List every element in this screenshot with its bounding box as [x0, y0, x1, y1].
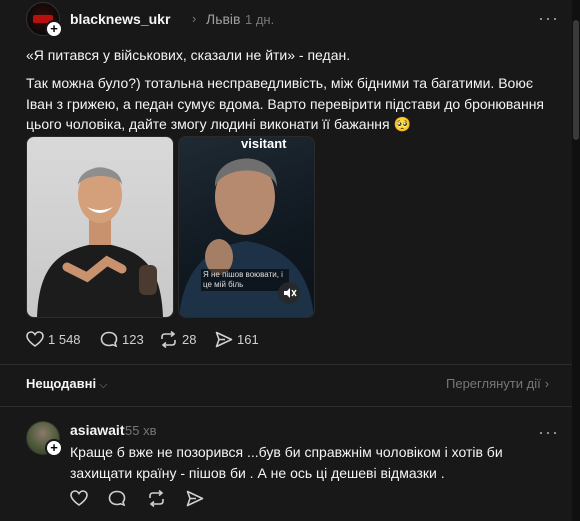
comment-count: 123: [122, 332, 144, 347]
chevron-right-icon: ›: [192, 11, 197, 26]
comment-more-button[interactable]: ···: [538, 423, 558, 442]
chevron-down-icon: ⌵: [99, 379, 108, 391]
follow-plus-icon[interactable]: +: [45, 20, 63, 38]
thread-panel: + blacknews_ukr › Львів 1 дн. ··· «Я пит…: [0, 0, 573, 521]
like-count: 1 548: [48, 332, 81, 347]
comment-icon: [100, 331, 118, 348]
view-activity-label: Переглянути дії: [446, 376, 541, 391]
comment-button[interactable]: 123: [100, 331, 144, 348]
like-button[interactable]: 1 548: [26, 331, 81, 348]
scrollbar[interactable]: [572, 0, 580, 521]
post-video[interactable]: visitant Я не пішов воювати, і це мій бі…: [178, 136, 315, 318]
post-text-title: «Я питався у військових, сказали не йти»…: [26, 47, 351, 63]
scrollbar-thumb[interactable]: [573, 20, 579, 140]
location-tag[interactable]: Львів: [206, 11, 240, 27]
share-count: 161: [237, 332, 259, 347]
author-avatar[interactable]: +: [26, 2, 63, 38]
post-photo[interactable]: [26, 136, 174, 318]
view-activity-link[interactable]: Переглянути дії ›: [446, 376, 549, 391]
comment-text: Краще б вже не позорився ...був би справ…: [70, 444, 503, 481]
divider: [0, 364, 572, 365]
repost-icon: [161, 331, 176, 348]
video-subtitle: Я не пішов воювати, і це мій біль: [201, 269, 289, 291]
repost-button[interactable]: 28: [159, 331, 196, 348]
commenter-avatar[interactable]: +: [26, 421, 63, 457]
mute-icon[interactable]: [278, 282, 300, 304]
comment-timestamp: 55 хв: [125, 423, 157, 438]
divider: [0, 406, 572, 407]
share-button[interactable]: 161: [215, 331, 259, 348]
comment-icon[interactable]: [108, 490, 126, 507]
repost-count: 28: [182, 332, 197, 347]
post-more-button[interactable]: ···: [538, 9, 558, 28]
send-icon[interactable]: [186, 490, 204, 507]
commenter-username[interactable]: asiawait: [70, 422, 124, 438]
follow-plus-icon[interactable]: +: [45, 439, 63, 457]
sort-dropdown[interactable]: Нещодавні ⌵: [26, 376, 107, 392]
video-channel-watermark: visitant: [241, 136, 287, 151]
post-timestamp: 1 дн.: [245, 12, 275, 27]
send-icon: [215, 331, 233, 348]
chevron-right-icon: ›: [544, 376, 550, 391]
heart-icon: [26, 331, 44, 347]
repost-icon[interactable]: [147, 490, 166, 507]
post-text-body: Так можна було?) тотальна несправедливіс…: [26, 75, 544, 132]
heart-icon[interactable]: [70, 490, 88, 507]
person-photo-illustration: [37, 167, 163, 317]
sort-label: Нещодавні: [26, 376, 97, 391]
post-header: + blacknews_ukr › Львів 1 дн.: [26, 2, 556, 38]
author-username[interactable]: blacknews_ukr: [70, 11, 170, 27]
